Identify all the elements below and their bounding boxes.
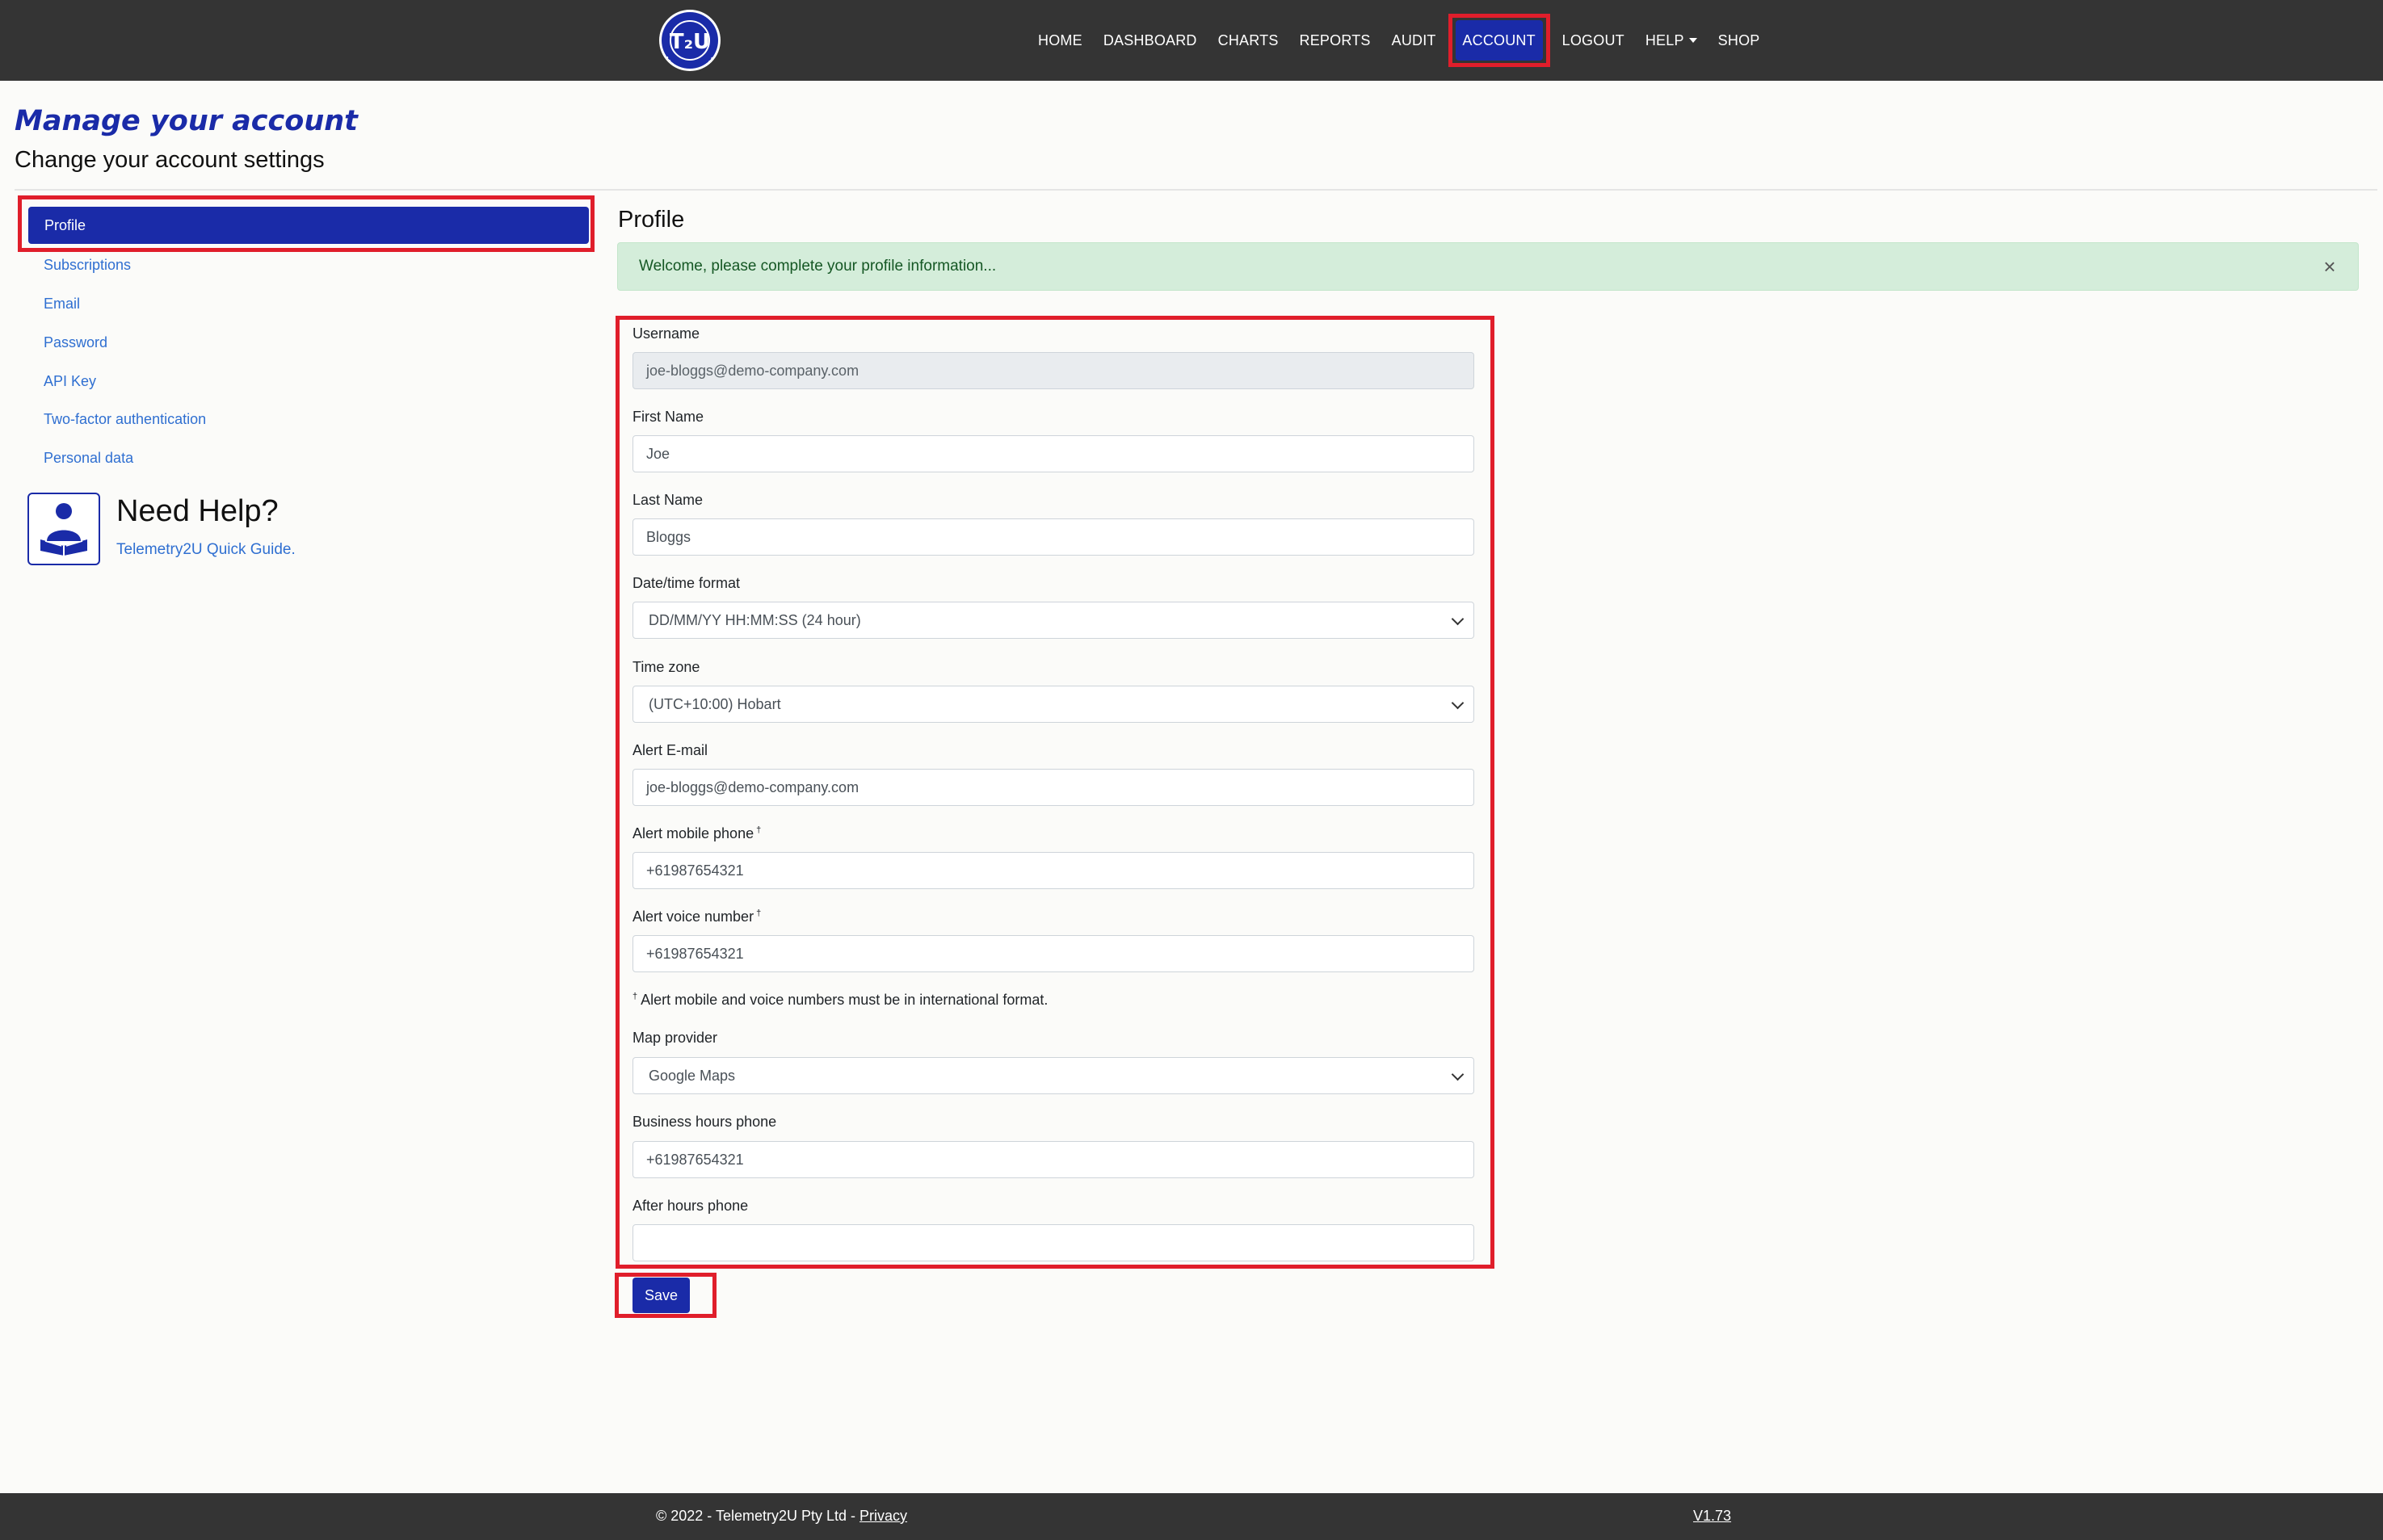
nav-account[interactable]: ACCOUNT: [1455, 20, 1543, 61]
first-name-label: First Name: [633, 409, 704, 425]
alert-message: Welcome, please complete your profile in…: [639, 258, 997, 275]
datetime-format-label: Date/time format: [633, 575, 741, 591]
chevron-down-icon: [1451, 612, 1465, 626]
last-name-label: Last Name: [633, 492, 704, 508]
alert-voice-field[interactable]: +61987654321: [633, 935, 1474, 972]
alert-mobile-label-text: Alert mobile phone: [633, 825, 754, 841]
alert-mobile-field[interactable]: +61987654321: [633, 852, 1474, 889]
sidebar-item-two-factor[interactable]: Two-factor authentication: [44, 411, 206, 428]
reading-person-icon: [27, 493, 100, 565]
account-highlight-frame: ACCOUNT: [1448, 14, 1550, 67]
nav-home[interactable]: HOME: [1028, 0, 1093, 81]
last-name-field[interactable]: Bloggs: [633, 518, 1474, 556]
map-provider-label: Map provider: [633, 1030, 718, 1046]
phone-format-note: † Alert mobile and voice numbers must be…: [633, 992, 1048, 1009]
page-title: Manage your account: [15, 105, 358, 137]
sidebar-item-profile[interactable]: Profile: [28, 207, 589, 244]
top-navbar: T₂U HOME DASHBOARD CHARTS REPORTS AUDIT …: [0, 0, 2383, 81]
alert-email-field[interactable]: joe-bloggs@demo-company.com: [633, 769, 1474, 806]
caret-down-icon: [1688, 38, 1697, 43]
nav-help-dropdown[interactable]: HELP: [1635, 0, 1708, 81]
phone-format-note-text: Alert mobile and voice numbers must be i…: [641, 992, 1049, 1008]
chevron-down-icon: [1451, 696, 1465, 710]
nav-shop[interactable]: SHOP: [1708, 0, 1771, 81]
business-phone-label: Business hours phone: [633, 1114, 777, 1130]
privacy-link[interactable]: Privacy: [859, 1508, 907, 1524]
footer-copyright: © 2022 - Telemetry2U Pty Ltd - Privacy: [656, 1508, 907, 1525]
alert-email-label: Alert E-mail: [633, 742, 708, 758]
alert-mobile-label: Alert mobile phone †: [633, 825, 761, 842]
after-hours-phone-field[interactable]: [633, 1224, 1474, 1261]
sidebar-item-api-key[interactable]: API Key: [44, 373, 96, 390]
telemetry2u-logo[interactable]: T₂U: [651, 6, 729, 74]
time-zone-value: (UTC+10:00) Hobart: [649, 695, 781, 712]
dagger-mark: †: [756, 825, 762, 835]
time-zone-select[interactable]: (UTC+10:00) Hobart: [633, 686, 1474, 723]
nav-menu: HOME DASHBOARD CHARTS REPORTS AUDIT ACCO…: [1028, 0, 1770, 81]
datetime-format-select[interactable]: DD/MM/YY HH:MM:SS (24 hour): [633, 602, 1474, 639]
save-button[interactable]: Save: [633, 1278, 690, 1313]
nav-help-label: HELP: [1645, 31, 1684, 48]
dagger-mark: †: [756, 908, 762, 918]
header-divider: [15, 189, 2377, 191]
business-phone-field[interactable]: +61987654321: [633, 1141, 1474, 1178]
welcome-alert: Welcome, please complete your profile in…: [617, 242, 2359, 291]
svg-text:T₂U: T₂U: [670, 30, 710, 54]
nav-account-highlight: ACCOUNT: [1447, 14, 1552, 67]
close-icon[interactable]: ×: [2318, 254, 2342, 279]
need-help-heading: Need Help?: [116, 494, 279, 528]
sidebar-item-subscriptions[interactable]: Subscriptions: [44, 257, 131, 274]
nav-reports[interactable]: REPORTS: [1289, 0, 1381, 81]
page-subtitle: Change your account settings: [15, 147, 325, 173]
nav-charts[interactable]: CHARTS: [1208, 0, 1289, 81]
nav-dashboard[interactable]: DASHBOARD: [1093, 0, 1208, 81]
username-label: Username: [633, 325, 700, 342]
quick-guide-link[interactable]: Telemetry2U Quick Guide.: [116, 541, 296, 559]
chevron-down-icon: [1451, 1068, 1465, 1081]
sidebar-item-email[interactable]: Email: [44, 296, 80, 313]
copyright-text: © 2022 - Telemetry2U Pty Ltd -: [656, 1508, 860, 1524]
time-zone-label: Time zone: [633, 659, 700, 675]
map-provider-value: Google Maps: [649, 1067, 736, 1084]
datetime-format-value: DD/MM/YY HH:MM:SS (24 hour): [649, 611, 861, 628]
section-title: Profile: [618, 207, 685, 233]
after-hours-phone-label: After hours phone: [633, 1198, 749, 1214]
alert-voice-label-text: Alert voice number: [633, 908, 754, 925]
footer: © 2022 - Telemetry2U Pty Ltd - Privacy V…: [0, 1493, 2383, 1540]
dagger-mark: †: [633, 992, 638, 1001]
nav-audit[interactable]: AUDIT: [1381, 0, 1447, 81]
first-name-field[interactable]: Joe: [633, 435, 1474, 472]
username-field: joe-bloggs@demo-company.com: [633, 352, 1474, 389]
map-provider-select[interactable]: Google Maps: [633, 1057, 1474, 1094]
sidebar-item-password[interactable]: Password: [44, 334, 107, 351]
alert-voice-label: Alert voice number †: [633, 908, 761, 925]
version-link[interactable]: V1.73: [1693, 1508, 1731, 1525]
nav-logout[interactable]: LOGOUT: [1552, 0, 1635, 81]
sidebar-item-personal-data[interactable]: Personal data: [44, 450, 133, 467]
